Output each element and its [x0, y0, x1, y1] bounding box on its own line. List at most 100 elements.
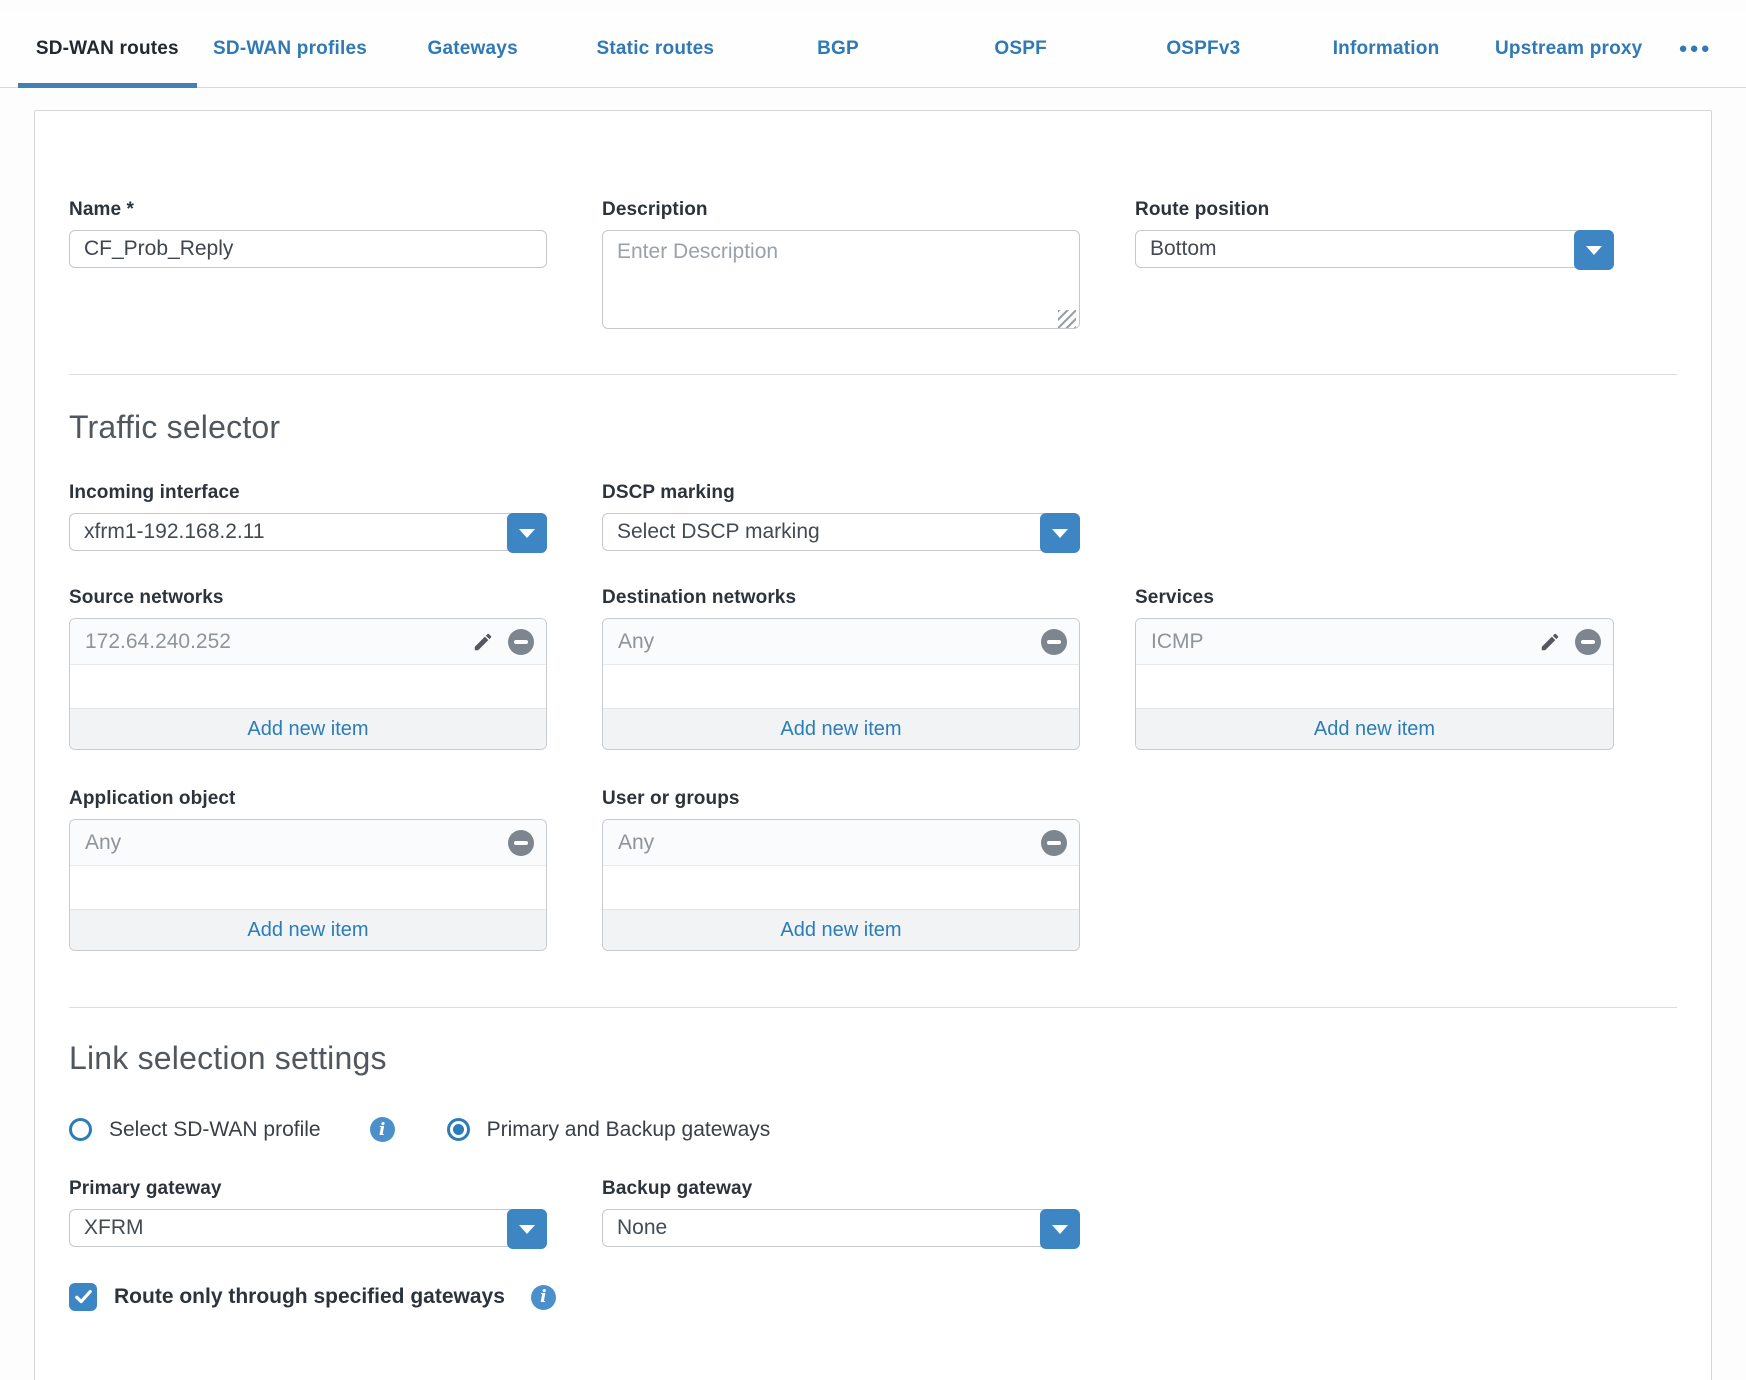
tab-ospfv3[interactable]: OSPFv3 [1112, 10, 1295, 87]
radio-unselected-icon[interactable] [69, 1118, 92, 1141]
info-icon[interactable] [531, 1285, 556, 1310]
list-item-text: ICMP [1151, 630, 1204, 654]
backup-gateway-select[interactable]: None [602, 1209, 1080, 1247]
source-networks-field-group: Source networks 172.64.240.252 Add new i… [69, 587, 547, 750]
list-item-text: Any [618, 831, 654, 855]
section-divider [69, 374, 1677, 375]
add-new-item-button[interactable]: Add new item [1136, 708, 1613, 749]
radio-primary-backup-gateways[interactable]: Primary and Backup gateways [447, 1118, 771, 1142]
radio-primary-backup-gateways-label: Primary and Backup gateways [487, 1118, 771, 1142]
application-object-field-group: Application object Any Add new item [69, 788, 547, 951]
dscp-marking-select[interactable]: Select DSCP marking [602, 513, 1080, 551]
description-textarea[interactable] [602, 230, 1080, 329]
list-empty-area [603, 866, 1079, 909]
name-input[interactable] [69, 230, 547, 268]
tab-sdwan-routes[interactable]: SD-WAN routes [16, 10, 199, 87]
list-empty-area [70, 866, 546, 909]
primary-gateway-field-group: Primary gateway XFRM [69, 1178, 547, 1247]
list-item: 172.64.240.252 [70, 619, 546, 665]
edit-icon[interactable] [471, 630, 495, 654]
tab-bgp[interactable]: BGP [747, 10, 930, 87]
chevron-down-icon[interactable] [507, 1209, 547, 1249]
user-or-groups-field-group: User or groups Any Add new item [602, 788, 1080, 951]
route-position-label: Route position [1135, 199, 1614, 221]
description-label: Description [602, 199, 1080, 221]
destination-networks-field-group: Destination networks Any Add new item [602, 587, 1080, 750]
traffic-selector-heading: Traffic selector [69, 409, 1677, 446]
dscp-marking-field-group: DSCP marking Select DSCP marking [602, 482, 1080, 551]
tab-sdwan-profiles[interactable]: SD-WAN profiles [199, 10, 382, 87]
radio-selected-icon[interactable] [447, 1118, 470, 1141]
tab-static-routes[interactable]: Static routes [564, 10, 747, 87]
name-label: Name * [69, 199, 547, 221]
backup-gateway-value: None [617, 1216, 667, 1240]
info-icon[interactable] [370, 1117, 395, 1142]
route-position-field-group: Route position Bottom [1135, 199, 1614, 334]
primary-gateway-select[interactable]: XFRM [69, 1209, 547, 1247]
user-or-groups-listbox: Any Add new item [602, 819, 1080, 951]
dscp-marking-value: Select DSCP marking [617, 520, 820, 544]
add-new-item-button[interactable]: Add new item [603, 708, 1079, 749]
radio-select-sdwan-profile-label: Select SD-WAN profile [109, 1118, 321, 1142]
route-position-value: Bottom [1150, 237, 1217, 261]
list-item: Any [70, 820, 546, 866]
chevron-down-icon[interactable] [507, 513, 547, 553]
radio-select-sdwan-profile[interactable]: Select SD-WAN profile [69, 1118, 321, 1142]
services-listbox: ICMP Add new item [1135, 618, 1614, 750]
list-empty-area [70, 665, 546, 708]
remove-icon[interactable] [508, 830, 534, 856]
tab-gateways[interactable]: Gateways [381, 10, 564, 87]
source-networks-label: Source networks [69, 587, 547, 609]
dscp-marking-label: DSCP marking [602, 482, 1080, 504]
name-field-group: Name * [69, 199, 547, 334]
tab-bar: SD-WAN routes SD-WAN profiles Gateways S… [0, 10, 1746, 88]
chevron-down-icon[interactable] [1040, 1209, 1080, 1249]
primary-gateway-value: XFRM [84, 1216, 144, 1240]
services-label: Services [1135, 587, 1614, 609]
tab-information[interactable]: Information [1295, 10, 1478, 87]
tab-ospf[interactable]: OSPF [929, 10, 1112, 87]
primary-gateway-label: Primary gateway [69, 1178, 547, 1200]
incoming-interface-value: xfrm1-192.168.2.11 [84, 520, 265, 544]
checkmark-icon [75, 1290, 92, 1304]
list-item: ICMP [1136, 619, 1613, 665]
more-tabs-ellipsis-icon[interactable]: ●●● [1660, 10, 1730, 87]
services-field-group: Services ICMP Add new item [1135, 587, 1614, 750]
incoming-interface-field-group: Incoming interface xfrm1-192.168.2.11 [69, 482, 547, 551]
route-only-checkbox-label: Route only through specified gateways [114, 1285, 505, 1309]
application-object-label: Application object [69, 788, 547, 810]
route-editor-card: Name * Description Route position Bottom… [34, 110, 1712, 1380]
list-item: Any [603, 619, 1079, 665]
backup-gateway-label: Backup gateway [602, 1178, 1080, 1200]
tab-upstream-proxy[interactable]: Upstream proxy [1477, 10, 1660, 87]
list-empty-area [1136, 665, 1613, 708]
list-item-text: Any [85, 831, 121, 855]
add-new-item-button[interactable]: Add new item [70, 708, 546, 749]
link-selection-heading: Link selection settings [69, 1040, 1677, 1077]
list-item-text: 172.64.240.252 [85, 630, 231, 654]
list-item: Any [603, 820, 1079, 866]
destination-networks-listbox: Any Add new item [602, 618, 1080, 750]
add-new-item-button[interactable]: Add new item [70, 909, 546, 950]
route-only-checkbox[interactable] [69, 1283, 97, 1311]
incoming-interface-label: Incoming interface [69, 482, 547, 504]
application-object-listbox: Any Add new item [69, 819, 547, 951]
description-field-group: Description [602, 199, 1080, 334]
chevron-down-icon[interactable] [1574, 230, 1614, 270]
remove-icon[interactable] [508, 629, 534, 655]
source-networks-listbox: 172.64.240.252 Add new item [69, 618, 547, 750]
section-divider [69, 1007, 1677, 1008]
backup-gateway-field-group: Backup gateway None [602, 1178, 1080, 1247]
list-empty-area [603, 665, 1079, 708]
edit-icon[interactable] [1538, 630, 1562, 654]
list-item-text: Any [618, 630, 654, 654]
destination-networks-label: Destination networks [602, 587, 1080, 609]
user-or-groups-label: User or groups [602, 788, 1080, 810]
remove-icon[interactable] [1041, 830, 1067, 856]
chevron-down-icon[interactable] [1040, 513, 1080, 553]
route-position-select[interactable]: Bottom [1135, 230, 1614, 268]
remove-icon[interactable] [1041, 629, 1067, 655]
incoming-interface-select[interactable]: xfrm1-192.168.2.11 [69, 513, 547, 551]
add-new-item-button[interactable]: Add new item [603, 909, 1079, 950]
remove-icon[interactable] [1575, 629, 1601, 655]
